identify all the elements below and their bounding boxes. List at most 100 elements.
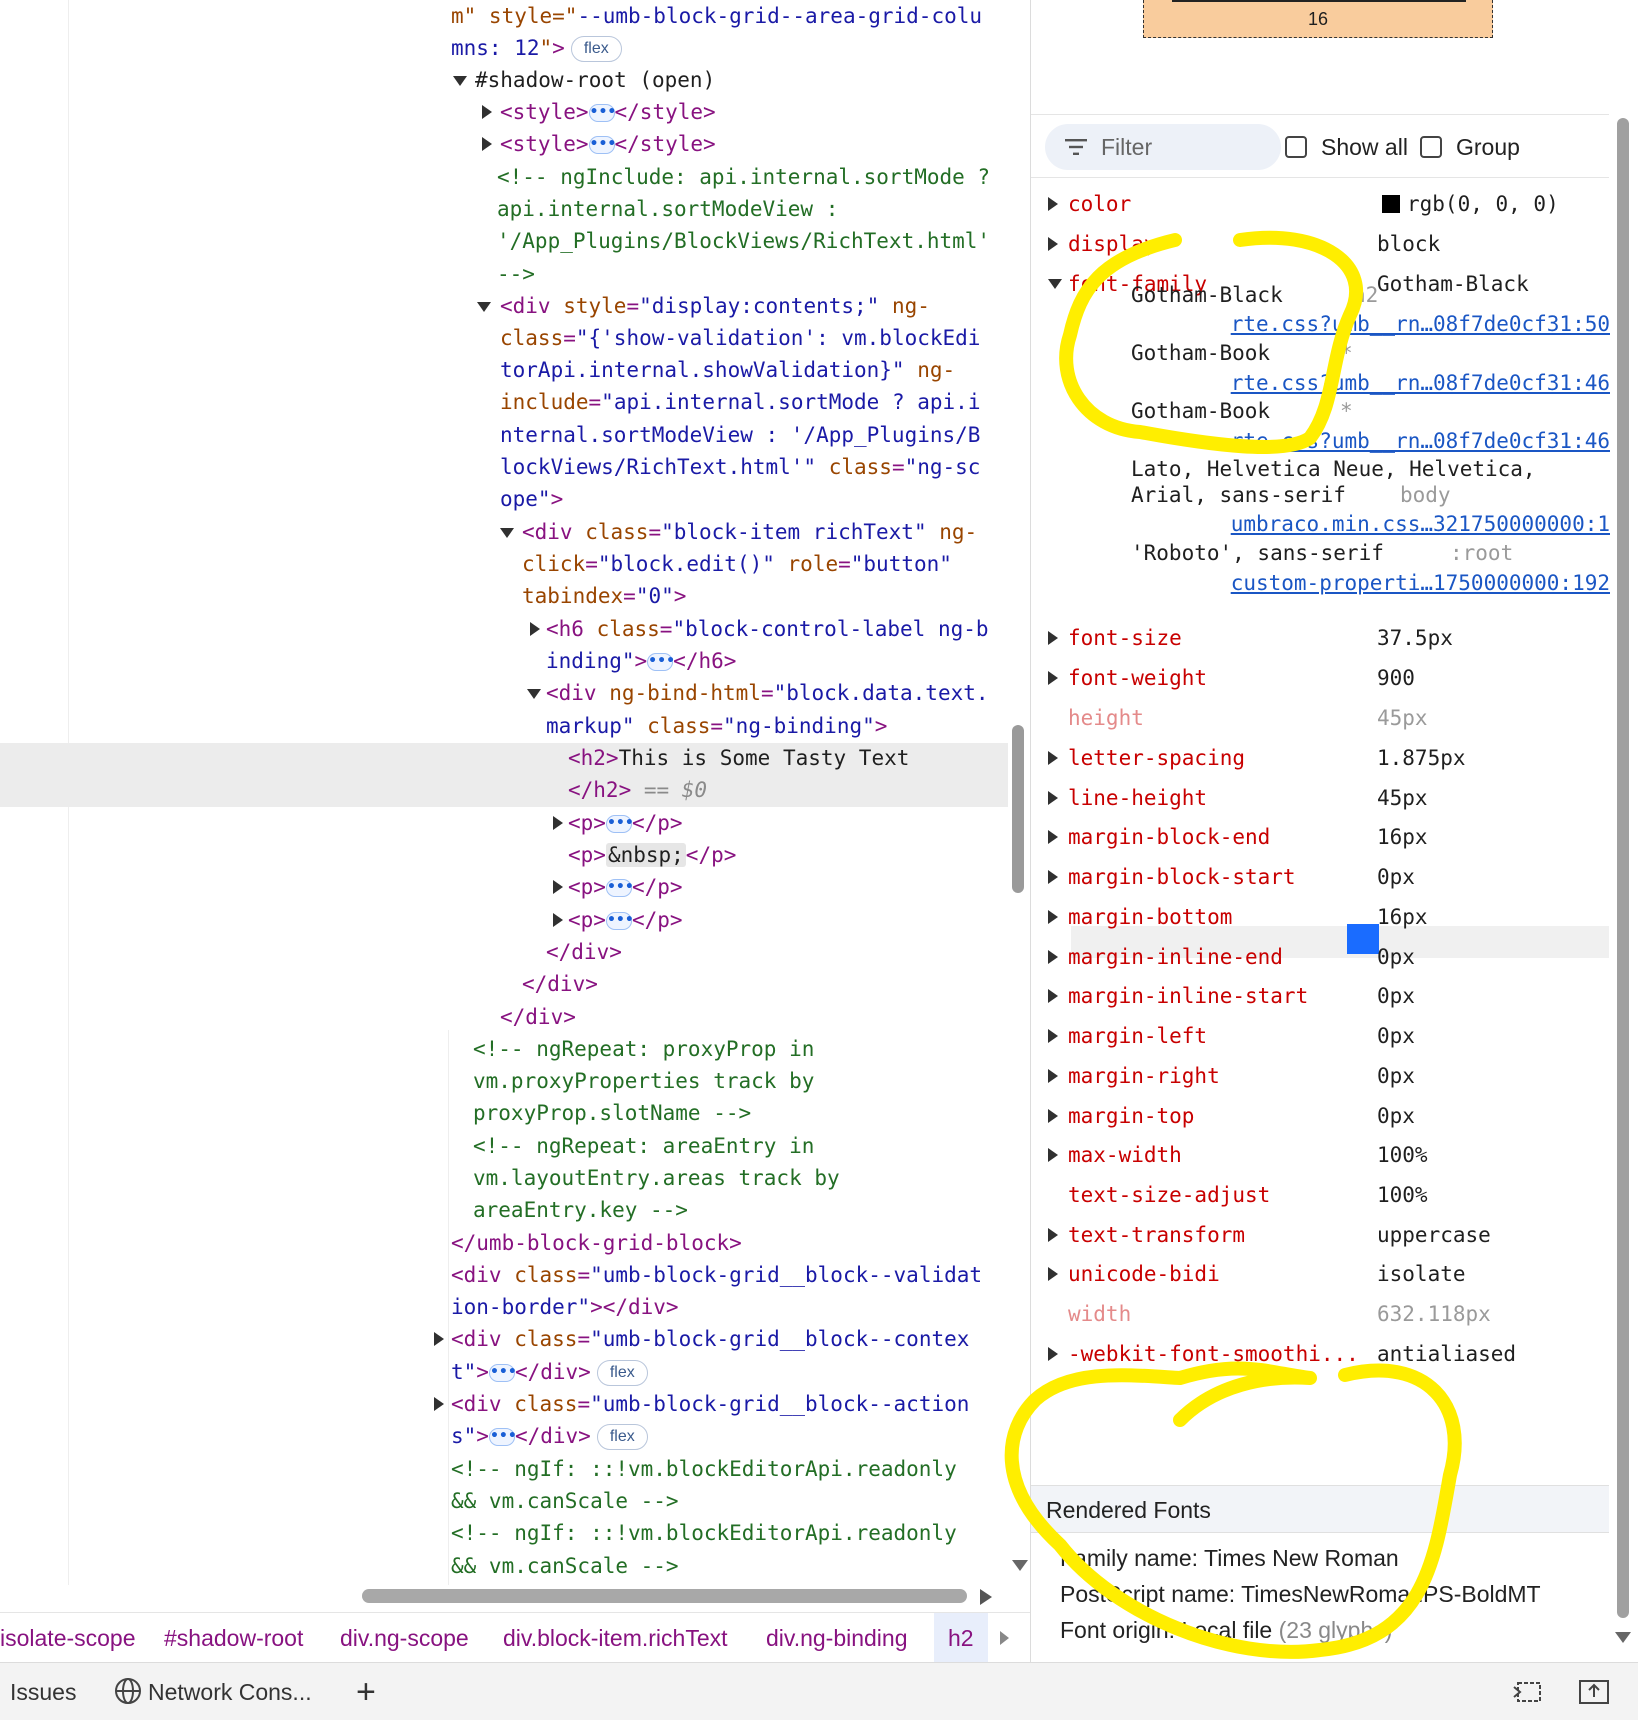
dom-node-line[interactable]: <div style="display:contents;" ng- bbox=[500, 290, 930, 322]
dom-node-line[interactable]: <!-- ngRepeat: areaEntry in bbox=[473, 1130, 814, 1162]
css-property-name[interactable]: font-weight bbox=[1068, 660, 1207, 696]
dom-node-line[interactable]: <style>•••</style> bbox=[500, 96, 716, 128]
dom-node-line[interactable]: && vm.canScale --> bbox=[451, 1485, 679, 1517]
css-property-name[interactable]: width bbox=[1068, 1296, 1131, 1332]
expand-ellipsis-button[interactable]: ••• bbox=[605, 912, 634, 930]
group-label[interactable]: Group bbox=[1456, 115, 1520, 179]
breadcrumb-item-active[interactable]: h2 bbox=[934, 1613, 988, 1663]
dom-node-line[interactable]: #shadow-root (open) bbox=[475, 64, 715, 96]
css-property-name[interactable]: unicode-bidi bbox=[1068, 1256, 1220, 1292]
stylesheet-source-link[interactable]: umbraco.min.css…321750000000:1 bbox=[1231, 509, 1610, 539]
expand-triangle-icon[interactable] bbox=[1048, 791, 1058, 805]
expand-triangle-icon[interactable] bbox=[1048, 950, 1058, 964]
tab-issues[interactable]: Issues bbox=[10, 1663, 76, 1720]
undock-icon[interactable] bbox=[1578, 1677, 1610, 1707]
css-property-name[interactable]: margin-block-start bbox=[1068, 859, 1296, 895]
expand-triangle-icon[interactable] bbox=[1048, 870, 1058, 884]
css-property-name[interactable]: margin-inline-end bbox=[1068, 939, 1283, 975]
expand-triangle-icon[interactable] bbox=[553, 913, 563, 927]
dom-node-line[interactable]: vm.proxyProperties track by bbox=[473, 1065, 814, 1097]
expand-triangle-icon[interactable] bbox=[553, 880, 563, 894]
expand-triangle-icon[interactable] bbox=[482, 105, 492, 119]
css-property-name[interactable]: margin-right bbox=[1068, 1058, 1220, 1094]
flex-badge[interactable]: flex bbox=[570, 36, 622, 62]
dom-node-line[interactable]: </div> bbox=[522, 968, 598, 1000]
add-tab-button[interactable]: + bbox=[356, 1663, 376, 1720]
expand-triangle-icon[interactable] bbox=[1048, 671, 1058, 685]
expand-triangle-icon[interactable] bbox=[553, 816, 563, 830]
css-property-name[interactable]: color bbox=[1068, 186, 1131, 222]
css-property-name[interactable]: margin-left bbox=[1068, 1018, 1207, 1054]
computed-scrollbar[interactable] bbox=[1617, 118, 1629, 1618]
dom-node-line[interactable]: <style>•••</style> bbox=[500, 128, 716, 160]
expand-triangle-icon[interactable] bbox=[434, 1332, 444, 1346]
css-property-name[interactable]: margin-block-end bbox=[1068, 819, 1270, 855]
flex-badge[interactable]: flex bbox=[596, 1424, 648, 1450]
expand-ellipsis-button[interactable]: ••• bbox=[605, 879, 634, 897]
dom-node-line[interactable]: torApi.internal.showValidation}" ng- bbox=[500, 354, 955, 386]
expand-triangle-icon[interactable] bbox=[1048, 1347, 1058, 1361]
expand-triangle-icon[interactable] bbox=[1048, 631, 1058, 645]
expand-triangle-icon[interactable] bbox=[1048, 197, 1058, 211]
dom-node-line[interactable]: <h6 class="block-control-label ng-b bbox=[546, 613, 989, 645]
expand-triangle-icon[interactable] bbox=[1048, 1109, 1058, 1123]
dom-node-line[interactable]: <div class="block-item richText" ng- bbox=[522, 516, 977, 548]
css-property-name[interactable]: font-size bbox=[1068, 620, 1182, 656]
breadcrumb-item[interactable]: div.ng-binding bbox=[766, 1613, 908, 1663]
css-property-name[interactable]: -webkit-font-smoothi... bbox=[1068, 1336, 1359, 1372]
dom-node-line[interactable]: lockViews/RichText.html'" class="ng-sc bbox=[500, 451, 980, 483]
expand-triangle-icon[interactable] bbox=[1048, 1148, 1058, 1162]
elements-vertical-scrollbar[interactable] bbox=[1012, 725, 1024, 893]
dom-node-line[interactable]: class="{'show-validation': vm.blockEdi bbox=[500, 322, 980, 354]
expand-triangle-icon[interactable] bbox=[1048, 237, 1058, 251]
expand-ellipsis-button[interactable]: ••• bbox=[605, 815, 634, 833]
scroll-down-icon[interactable] bbox=[1615, 1632, 1631, 1643]
collapse-triangle-icon[interactable] bbox=[453, 76, 467, 86]
dom-node-line[interactable]: <p>•••</p> bbox=[568, 871, 683, 903]
expand-ellipsis-button[interactable]: ••• bbox=[488, 1428, 517, 1446]
dom-node-line[interactable]: && vm.canScale --> bbox=[451, 1550, 679, 1582]
dom-node-line[interactable]: <!-- ngInclude: api.internal.sortMode ? bbox=[497, 161, 990, 193]
dom-node-line[interactable]: </umb-block-grid-block> bbox=[451, 1227, 742, 1259]
css-property-name[interactable]: text-transform bbox=[1068, 1217, 1245, 1253]
breadcrumb-item[interactable]: #shadow-root bbox=[164, 1613, 303, 1663]
color-swatch-icon[interactable] bbox=[1382, 195, 1400, 213]
expand-triangle-icon[interactable] bbox=[1048, 989, 1058, 1003]
dom-node-line[interactable]: m" style="--umb-block-grid--area-grid-co… bbox=[451, 0, 982, 32]
dom-node-line[interactable]: <div class="umb-block-grid__block--actio… bbox=[451, 1388, 969, 1420]
scroll-down-icon[interactable] bbox=[1012, 1560, 1028, 1571]
expand-triangle-icon[interactable] bbox=[1048, 1069, 1058, 1083]
dom-node-line[interactable]: s">•••</div> flex bbox=[451, 1420, 648, 1452]
expand-ellipsis-button[interactable]: ••• bbox=[488, 1364, 517, 1382]
dock-icon[interactable] bbox=[1512, 1677, 1544, 1707]
dom-node-line[interactable]: </h2> == $0 bbox=[568, 774, 707, 806]
dom-node-line[interactable]: nternal.sortModeView : '/App_Plugins/B bbox=[500, 419, 980, 451]
dom-node-line[interactable]: click="block.edit()" role="button" bbox=[522, 548, 952, 580]
dom-node-line[interactable]: api.internal.sortModeView : bbox=[497, 193, 838, 225]
css-property-name[interactable]: margin-inline-start bbox=[1068, 978, 1308, 1014]
stylesheet-source-link[interactable]: rte.css?umb__rn…08f7de0cf31:50 bbox=[1231, 309, 1610, 339]
show-all-label[interactable]: Show all bbox=[1321, 115, 1408, 179]
collapse-triangle-icon[interactable] bbox=[527, 689, 541, 699]
expand-triangle-icon[interactable] bbox=[1048, 1228, 1058, 1242]
dom-node-line[interactable]: '/App_Plugins/BlockViews/RichText.html' bbox=[497, 225, 990, 257]
dom-node-line[interactable]: mns: 12"> flex bbox=[451, 32, 622, 64]
stylesheet-source-link[interactable]: custom-properti…1750000000:192 bbox=[1231, 568, 1610, 598]
expand-ellipsis-button[interactable]: ••• bbox=[588, 136, 616, 154]
expand-triangle-icon[interactable] bbox=[530, 622, 540, 636]
css-property-name[interactable]: text-size-adjust bbox=[1068, 1177, 1270, 1213]
group-checkbox[interactable] bbox=[1420, 136, 1442, 158]
dom-node-line[interactable]: </div> bbox=[500, 1001, 576, 1033]
dom-node-line[interactable]: <!-- ngRepeat: proxyProp in bbox=[473, 1033, 814, 1065]
expand-triangle-icon[interactable] bbox=[1048, 830, 1058, 844]
scroll-right-icon[interactable] bbox=[980, 1589, 992, 1605]
dom-node-line[interactable]: <div class="umb-block-grid__block--valid… bbox=[451, 1259, 982, 1291]
collapse-triangle-icon[interactable] bbox=[1048, 279, 1062, 289]
expand-triangle-icon[interactable] bbox=[1048, 910, 1058, 924]
dom-node-line[interactable]: markup" class="ng-binding"> bbox=[546, 710, 887, 742]
dom-node-line[interactable]: <p>•••</p> bbox=[568, 904, 683, 936]
css-property-name[interactable]: display bbox=[1068, 226, 1157, 262]
collapse-triangle-icon[interactable] bbox=[477, 302, 491, 312]
css-property-name[interactable]: letter-spacing bbox=[1068, 740, 1245, 776]
stylesheet-source-link[interactable]: rte.css?umb__rn…08f7de0cf31:46 bbox=[1231, 426, 1610, 456]
